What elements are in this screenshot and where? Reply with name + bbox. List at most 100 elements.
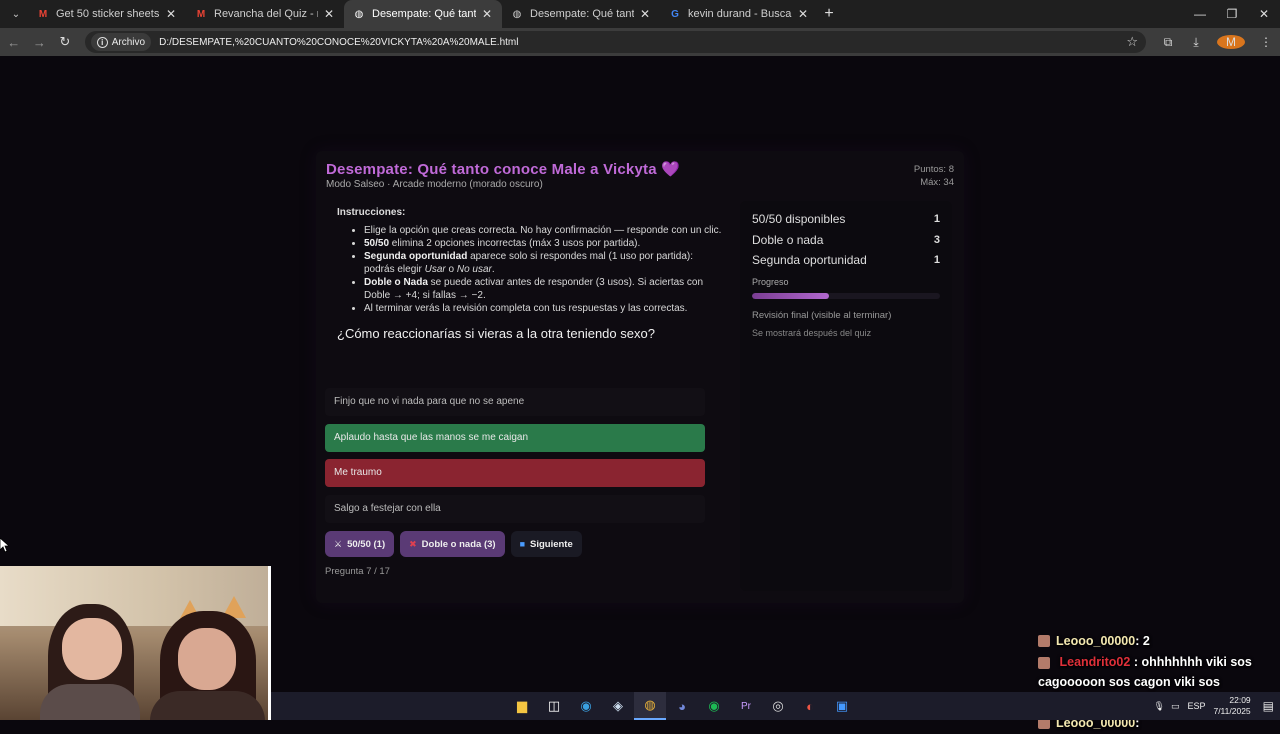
forward-arrow-icon[interactable]: → [28,35,52,50]
review-note: Se mostrará después del quiz [752,327,872,338]
system-tray: 🎙 ▭ ESP 22:09 7/11/2025 ▤ [1154,692,1275,720]
address-bar[interactable]: i Archivo D:/DESEMPATE,%20CUANTO%20CONOC… [84,31,1146,53]
gmail-icon: M [38,8,48,20]
browser-tab-4[interactable]: ◍ Desempate: Qué tanto conoce ✕ [502,0,660,28]
close-tab-icon[interactable]: ✕ [164,7,178,21]
network-icon[interactable]: ▭ [1171,701,1180,712]
globe-icon: ◍ [354,8,364,20]
info-icon: i [96,36,108,48]
answer-option-2-correct[interactable]: Aplaudo hasta que las manos se me caigan [325,423,705,452]
stat-double-or-nothing: Doble o nada 3 [752,232,940,247]
webcam-overlay [0,566,271,720]
quiz-card: Desempate: Qué tanto conoce Male a Vicky… [316,151,964,603]
tab-search-chevron-icon[interactable]: ⌄ [4,4,28,24]
quiz-subtitle: Modo Salseo · Arcade moderno (morado osc… [326,179,543,190]
score-box: Puntos: 8 Máx: 34 [914,163,954,189]
edge-icon[interactable]: ◉ [570,692,602,720]
tab-title: Revancha del Quiz - meyyyyss@ [214,8,318,20]
close-tab-icon[interactable]: ✕ [480,7,494,21]
instruction-item: Segunda oportunidad aparece solo si resp… [364,250,722,276]
tab-title: Desempate: Qué tanto conoce [372,8,476,20]
question-text: ¿Cómo reaccionarías si vieras a la otra … [337,326,655,341]
answer-option-4[interactable]: Salgo a festejar con ella [325,494,705,523]
close-tab-icon[interactable]: ✕ [796,7,810,21]
gmail-icon: M [196,8,206,20]
steam-icon[interactable]: ◈ [602,692,634,720]
tab-title: kevin durand - Buscar con Goo [688,8,792,20]
cross-mark-icon: ✖ [409,538,417,549]
kebab-menu-icon[interactable]: ⋮ [1252,35,1280,49]
chat-message: Leooo_00000 : 2 [1038,630,1278,652]
instruction-item: Doble o Nada se puede activar antes de r… [364,276,722,302]
minimize-icon[interactable]: — [1184,0,1216,28]
windows-taskbar: ▆ ◫ ◉ ◈ ◍ ◕ ◉ Pr ◎ ◐ ▣ 🎙 ▭ ESP 22:09 7/1… [271,692,1280,720]
instructions-list: Elige la opción que creas correcta. No h… [364,224,722,315]
browser-tab-1[interactable]: M Get 50 sticker sheets for $29 - r ✕ [28,0,186,28]
close-window-icon[interactable]: ✕ [1248,0,1280,28]
browser-tab-3-active[interactable]: ◍ Desempate: Qué tanto conoce ✕ [344,0,502,28]
streamer-left-body [40,684,140,720]
notification-icon[interactable]: ▤ [1263,699,1274,713]
browser-tab-5[interactable]: G kevin durand - Buscar con Goo ✕ [660,0,818,28]
language-indicator[interactable]: ESP [1187,701,1205,711]
back-arrow-icon[interactable]: ← [2,35,26,50]
stats-sidebar: 50/50 disponibles 1 Doble o nada 3 Segunda… [740,201,952,591]
close-tab-icon[interactable]: ✕ [638,7,652,21]
stat-second-chance: Segunda oportunidad 1 [752,253,940,268]
url-text[interactable]: D:/DESEMPATE,%20CUANTO%20CONOCE%20VICKYT… [159,37,518,48]
streamer-right-body [150,691,265,720]
tab-strip: ⌄ M Get 50 sticker sheets for $29 - r ✕ … [0,0,1280,28]
premiere-icon[interactable]: Pr [730,692,762,720]
obs-icon[interactable]: ◎ [762,692,794,720]
progress-bar [752,292,940,299]
clock[interactable]: 22:09 7/11/2025 [1213,695,1250,717]
streamer-right-face [178,628,236,690]
globe-icon: ◍ [512,8,522,20]
progress-fill [752,292,830,299]
answer-option-3-wrong[interactable]: Me traumo [325,459,705,487]
streamer-left-face [62,618,122,680]
browser-tab-2[interactable]: M Revancha del Quiz - meyyyyss@ ✕ [186,0,344,28]
reload-icon[interactable]: ↻ [53,34,77,50]
tab-title: Get 50 sticker sheets for $29 - r [56,8,160,20]
answer-option-1[interactable]: Finjo que no vi nada para que no se apen… [325,388,705,416]
restore-icon[interactable]: ❐ [1216,0,1248,28]
fifty-fifty-button[interactable]: ⚔ 50/50 (1) [325,531,395,557]
lifeline-buttons: ⚔ 50/50 (1) ✖ Doble o nada (3) ■ Siguien… [325,531,582,557]
points-display: Puntos: 8 [913,164,954,175]
discord-icon[interactable]: ◕ [666,692,698,720]
file-explorer-icon[interactable]: ▆ [506,692,538,720]
store-icon[interactable]: ◫ [538,692,570,720]
color-app-icon[interactable]: ◐ [794,692,826,720]
instruction-item: Al terminar verás la revisión completa c… [364,302,722,315]
review-title: Revisión final (visible al terminar) [752,309,892,321]
chrome-icon[interactable]: ◍ [634,692,666,720]
bookmark-star-icon[interactable]: ☆ [1126,34,1138,50]
question-counter: Pregunta 7 / 17 [325,566,390,577]
google-icon: G [671,8,679,20]
mic-icon[interactable]: 🎙 [1154,701,1165,712]
store-app-icon[interactable]: ▣ [826,692,858,720]
site-info-chip[interactable]: i Archivo [90,33,152,51]
download-icon[interactable]: ⤓ [1182,35,1210,50]
chat-badge-icon [1038,656,1050,669]
new-tab-button[interactable]: + [818,5,840,23]
instructions-heading: Instrucciones: [337,207,406,218]
toolbar-icons: ⧉ ⤓ M ⋮ [1154,35,1280,50]
max-points-display: Máx: 34 [920,177,954,188]
progress-label: Progreso [752,276,789,287]
next-button[interactable]: ■ Siguiente [510,531,582,557]
stat-fifty-fifty: 50/50 disponibles 1 [752,212,940,227]
taskbar-apps: ▆ ◫ ◉ ◈ ◍ ◕ ◉ Pr ◎ ◐ ▣ [506,692,858,720]
quiz-main-panel: Instrucciones: Elige la opción que creas… [328,201,722,341]
quiz-title-text: Desempate: Qué tanto conoce Male a Vicky… [326,161,657,178]
chat-badge-icon [1038,635,1050,647]
site-info-label: Archivo [111,36,146,48]
spotify-icon[interactable]: ◉ [698,692,730,720]
double-or-nothing-button[interactable]: ✖ Doble o nada (3) [400,531,505,557]
profile-avatar[interactable]: M [1216,35,1245,49]
extensions-icon[interactable]: ⧉ [1154,35,1182,50]
close-tab-icon[interactable]: ✕ [322,7,336,21]
instruction-item: 50/50 elimina 2 opciones incorrectas (má… [364,237,722,250]
answer-options: Finjo que no vi nada para que no se apen… [325,388,705,530]
